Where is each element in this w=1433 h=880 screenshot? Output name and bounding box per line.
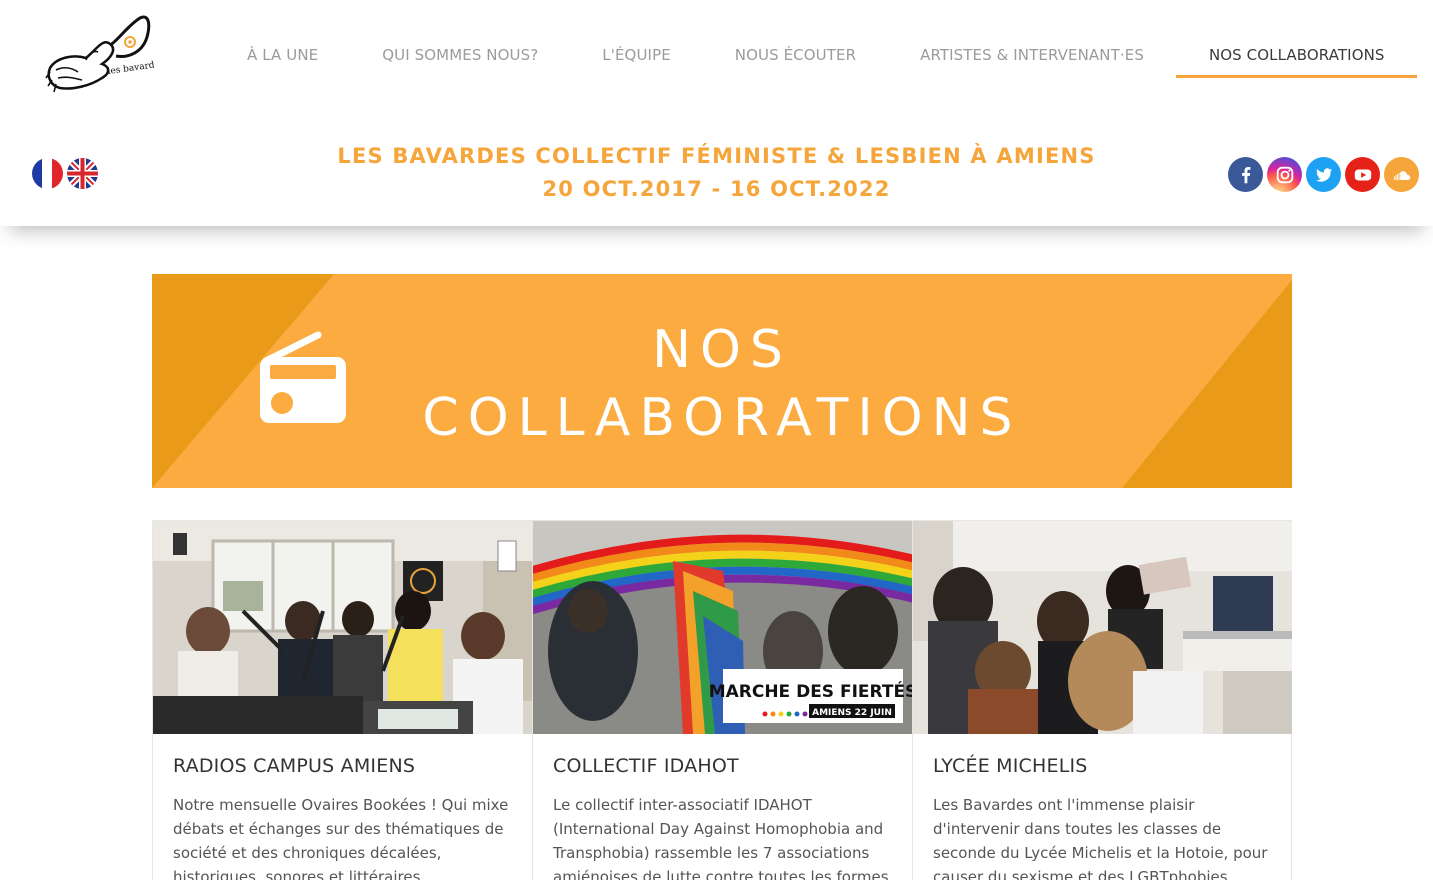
card-title[interactable]: LYCÉE MICHELIS <box>933 755 1088 777</box>
nav-item-nos-collaborations[interactable]: NOS COLLABORATIONS <box>1175 32 1417 78</box>
card-description: Les Bavardes ont l'immense plaisir d'int… <box>933 796 1268 880</box>
card-title[interactable]: RADIOS CAMPUS AMIENS <box>173 755 415 777</box>
nav-item-a-la-une[interactable]: À LA UNE <box>215 32 350 78</box>
card-image-radio-studio[interactable] <box>153 521 532 734</box>
card-image-pride-march[interactable]: MARCHE DES FIERTÉS AMIENS 22 JUIN <box>533 521 912 734</box>
nav-item-nous-ecouter[interactable]: NOUS ÉCOUTER <box>703 32 888 78</box>
logo-hand-icon: les bavardes <box>45 15 166 93</box>
twitter-icon[interactable] <box>1306 157 1341 192</box>
nav-item-equipe[interactable]: L'ÉQUIPE <box>570 32 703 78</box>
main-nav: À LA UNE QUI SOMMES NOUS? L'ÉQUIPE NOUS … <box>215 32 1417 78</box>
site-header: les bavardes À LA UNE QUI SOMMES NOUS? L… <box>0 0 1433 226</box>
social-links <box>1228 157 1419 192</box>
instagram-icon[interactable] <box>1267 157 1302 192</box>
card-lycee-michelis: LYCÉE MICHELIS Les Bavardes ont l'immens… <box>913 521 1292 880</box>
banner-title: NOS COLLABORATIONS <box>312 316 1132 452</box>
site-logo[interactable]: les bavardes <box>42 8 166 98</box>
youtube-icon[interactable] <box>1345 157 1380 192</box>
svg-text:MARCHE DES FIERTÉS: MARCHE DES FIERTÉS <box>709 680 912 702</box>
nav-item-artistes[interactable]: ARTISTES & INTERVENANT·ES <box>888 32 1176 78</box>
banner-title-line-2: COLLABORATIONS <box>422 388 1022 448</box>
card-description: Notre mensuelle Ovaires Bookées ! Qui mi… <box>173 796 509 880</box>
soundcloud-icon[interactable] <box>1384 157 1419 192</box>
tagline-line-2: 20 OCT.2017 - 16 OCT.2022 <box>542 177 891 201</box>
nav-item-qui-sommes-nous[interactable]: QUI SOMMES NOUS? <box>350 32 570 78</box>
card-radios-campus: RADIOS CAMPUS AMIENS Notre mensuelle Ova… <box>153 521 533 880</box>
card-image-classroom[interactable] <box>913 521 1292 734</box>
site-tagline: LES BAVARDES COLLECTIF FÉMINISTE & LESBI… <box>0 140 1433 206</box>
card-description: Le collectif inter-associatif IDAHOT (In… <box>553 796 889 880</box>
collaboration-cards: RADIOS CAMPUS AMIENS Notre mensuelle Ova… <box>152 520 1292 880</box>
banner-title-line-1: NOS <box>652 320 792 380</box>
card-title[interactable]: COLLECTIF IDAHOT <box>553 755 739 777</box>
card-collectif-idahot: MARCHE DES FIERTÉS AMIENS 22 JUIN COLLEC… <box>533 521 913 880</box>
tagline-line-1: LES BAVARDES COLLECTIF FÉMINISTE & LESBI… <box>337 144 1096 168</box>
svg-text:les bavardes: les bavardes <box>107 59 154 77</box>
facebook-icon[interactable] <box>1228 157 1263 192</box>
svg-text:AMIENS 22 JUIN: AMIENS 22 JUIN <box>812 708 892 718</box>
